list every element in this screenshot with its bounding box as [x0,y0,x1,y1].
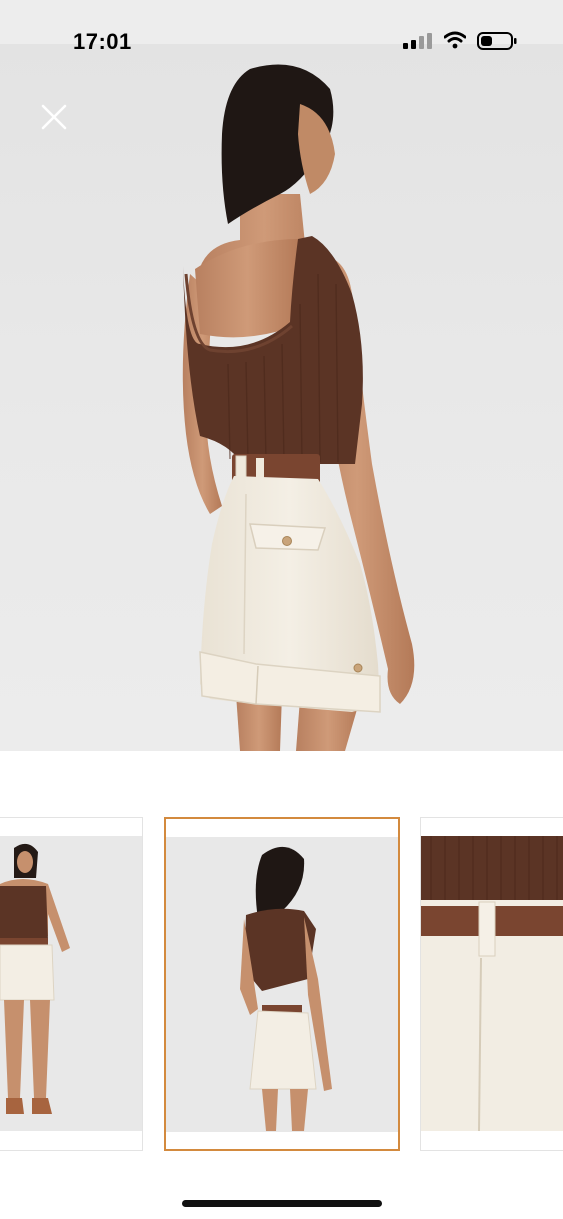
thumbnail-front-view[interactable] [0,817,143,1151]
thumbnail-strip [0,817,563,1151]
status-bar: 17:01 [0,0,563,54]
thumbnail-back-image [166,819,398,1149]
model-back-view-illustration [182,64,415,751]
thumbnail-belt-detail[interactable] [420,817,563,1151]
cellular-signal-icon [403,33,432,49]
close-icon[interactable] [38,101,70,133]
status-time: 17:01 [73,29,132,54]
wifi-icon [444,31,466,49]
main-product-image[interactable] [0,44,563,751]
home-indicator[interactable] [182,1200,382,1207]
battery-icon [477,32,517,50]
thumbnail-belt-image [421,818,563,1150]
thumbnail-front-image [0,818,142,1150]
thumbnail-back-view-selected[interactable] [164,817,400,1151]
